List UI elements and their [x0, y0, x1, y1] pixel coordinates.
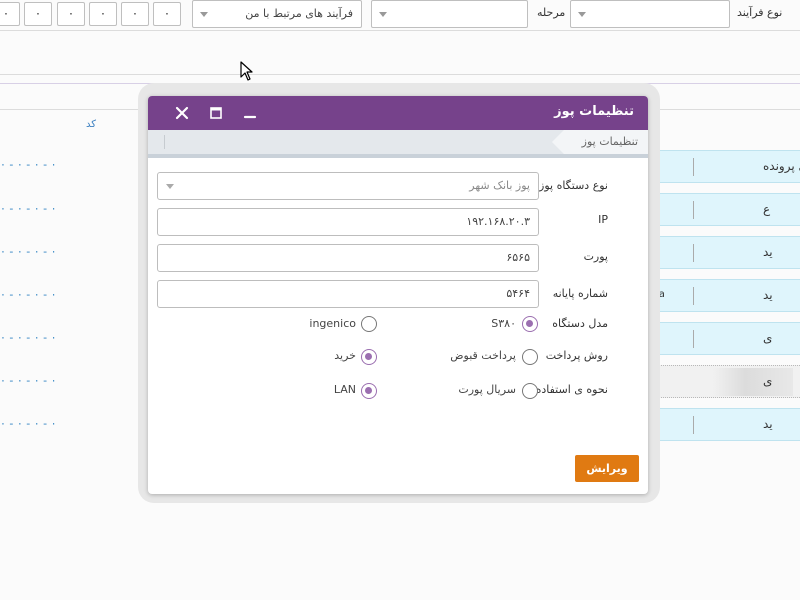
close-icon[interactable]	[173, 104, 191, 122]
table-cell: ی	[763, 331, 773, 345]
chevron-down-icon	[379, 12, 387, 17]
table-cell: ید	[763, 417, 773, 431]
list-item[interactable]: ۰ - ۰ - ۰ - ۰	[0, 202, 57, 215]
cell-divider	[693, 287, 694, 305]
list-item[interactable]: ۰ - ۰ - ۰ - ۰	[0, 288, 57, 301]
table-cell: ید	[763, 245, 773, 259]
breadcrumb-divider	[164, 135, 165, 149]
top-toolbar: ۰ ۰ ۰ ۰ ۰ ۰ فرآیند های مرتبط با من مرحله…	[0, 0, 800, 30]
edit-button[interactable]: ویرایش	[575, 455, 639, 482]
list-item[interactable]: ۰ - ۰ - ۰ - ۰	[0, 374, 57, 387]
toolbar-button-2[interactable]: ۰	[24, 2, 52, 26]
radio-payment-purchase[interactable]	[361, 349, 377, 365]
list-item[interactable]: ۰ - ۰ - ۰ - ۰	[0, 331, 57, 344]
chevron-down-icon	[166, 184, 174, 189]
related-processes-select[interactable]: فرآیند های مرتبط با من	[192, 0, 362, 28]
toolbar-button-6[interactable]: ۰	[153, 2, 181, 26]
divider	[0, 30, 800, 31]
stage-label: مرحله	[537, 6, 566, 19]
breadcrumb-item[interactable]: تنظیمات پوز	[552, 130, 648, 154]
dialog-header: تنظیمات پوز	[148, 96, 648, 130]
dialog-title: تنظیمات پوز	[554, 104, 634, 119]
radio-usage-serial-port-label: سریال پورت	[458, 383, 516, 396]
toolbar-button-4[interactable]: ۰	[89, 2, 117, 26]
list-item[interactable]: ۰ - ۰ - ۰ - ۰	[0, 245, 57, 258]
mouse-cursor-icon	[240, 61, 253, 81]
process-type-select[interactable]	[570, 0, 730, 28]
table-cell: ی	[763, 374, 773, 388]
radio-usage-lan-label: LAN	[333, 383, 356, 396]
radio-payment-purchase-label: خرید	[334, 349, 356, 362]
device-type-select[interactable]: پوز بانک شهر	[157, 172, 539, 200]
breadcrumb-label: تنظیمات پوز	[581, 135, 638, 148]
cell-divider	[693, 201, 694, 219]
radio-usage-lan[interactable]	[361, 383, 377, 399]
table-cell: ع	[763, 202, 771, 216]
code-column-header[interactable]: کد	[86, 119, 96, 130]
radio-model-s380[interactable]	[522, 316, 538, 332]
cell-divider	[693, 158, 694, 176]
maximize-icon[interactable]	[207, 104, 225, 122]
radio-usage-serial-port[interactable]	[522, 383, 538, 399]
chevron-down-icon	[200, 12, 208, 17]
pos-settings-dialog: تنظیمات پوز تنظیمات پوز نوع دستگاه پوز پ…	[148, 96, 648, 494]
radio-payment-receipts-label: پرداخت قبوض	[450, 349, 516, 362]
cell-divider	[693, 244, 694, 262]
device-type-value: پوز بانک شهر	[469, 179, 530, 192]
process-type-label: نوع فرآیند	[737, 6, 783, 19]
radio-model-s380-label: S۳۸۰	[491, 317, 516, 330]
terminal-number-input[interactable]: ۵۴۶۴	[157, 280, 539, 308]
ip-input[interactable]: ۱۹۲.۱۶۸.۲۰.۳	[157, 208, 539, 236]
list-item[interactable]: ۰ - ۰ - ۰ - ۰	[0, 417, 57, 430]
toolbar-button-3[interactable]: ۰	[57, 2, 85, 26]
port-input[interactable]: ۶۵۶۵	[157, 244, 539, 272]
breadcrumb: تنظیمات پوز	[148, 130, 648, 158]
minimize-icon[interactable]	[241, 104, 259, 122]
table-cell: ی پرونده	[763, 159, 800, 173]
cell-divider	[693, 416, 694, 434]
radio-model-ingenico-label: ingenico	[309, 317, 356, 330]
radio-payment-receipts[interactable]	[522, 349, 538, 365]
radio-model-ingenico[interactable]	[361, 316, 377, 332]
chevron-down-icon	[578, 12, 586, 17]
toolbar-button-1[interactable]: ۰	[0, 2, 20, 26]
related-processes-value: فرآیند های مرتبط با من	[245, 7, 353, 20]
table-cell: ید	[763, 288, 773, 302]
list-item[interactable]: ۰ - ۰ - ۰ - ۰	[0, 158, 57, 171]
toolbar-button-5[interactable]: ۰	[121, 2, 149, 26]
loading-shimmer	[713, 368, 793, 396]
stage-select[interactable]	[371, 0, 528, 28]
divider	[0, 74, 800, 75]
cell-divider	[693, 330, 694, 348]
